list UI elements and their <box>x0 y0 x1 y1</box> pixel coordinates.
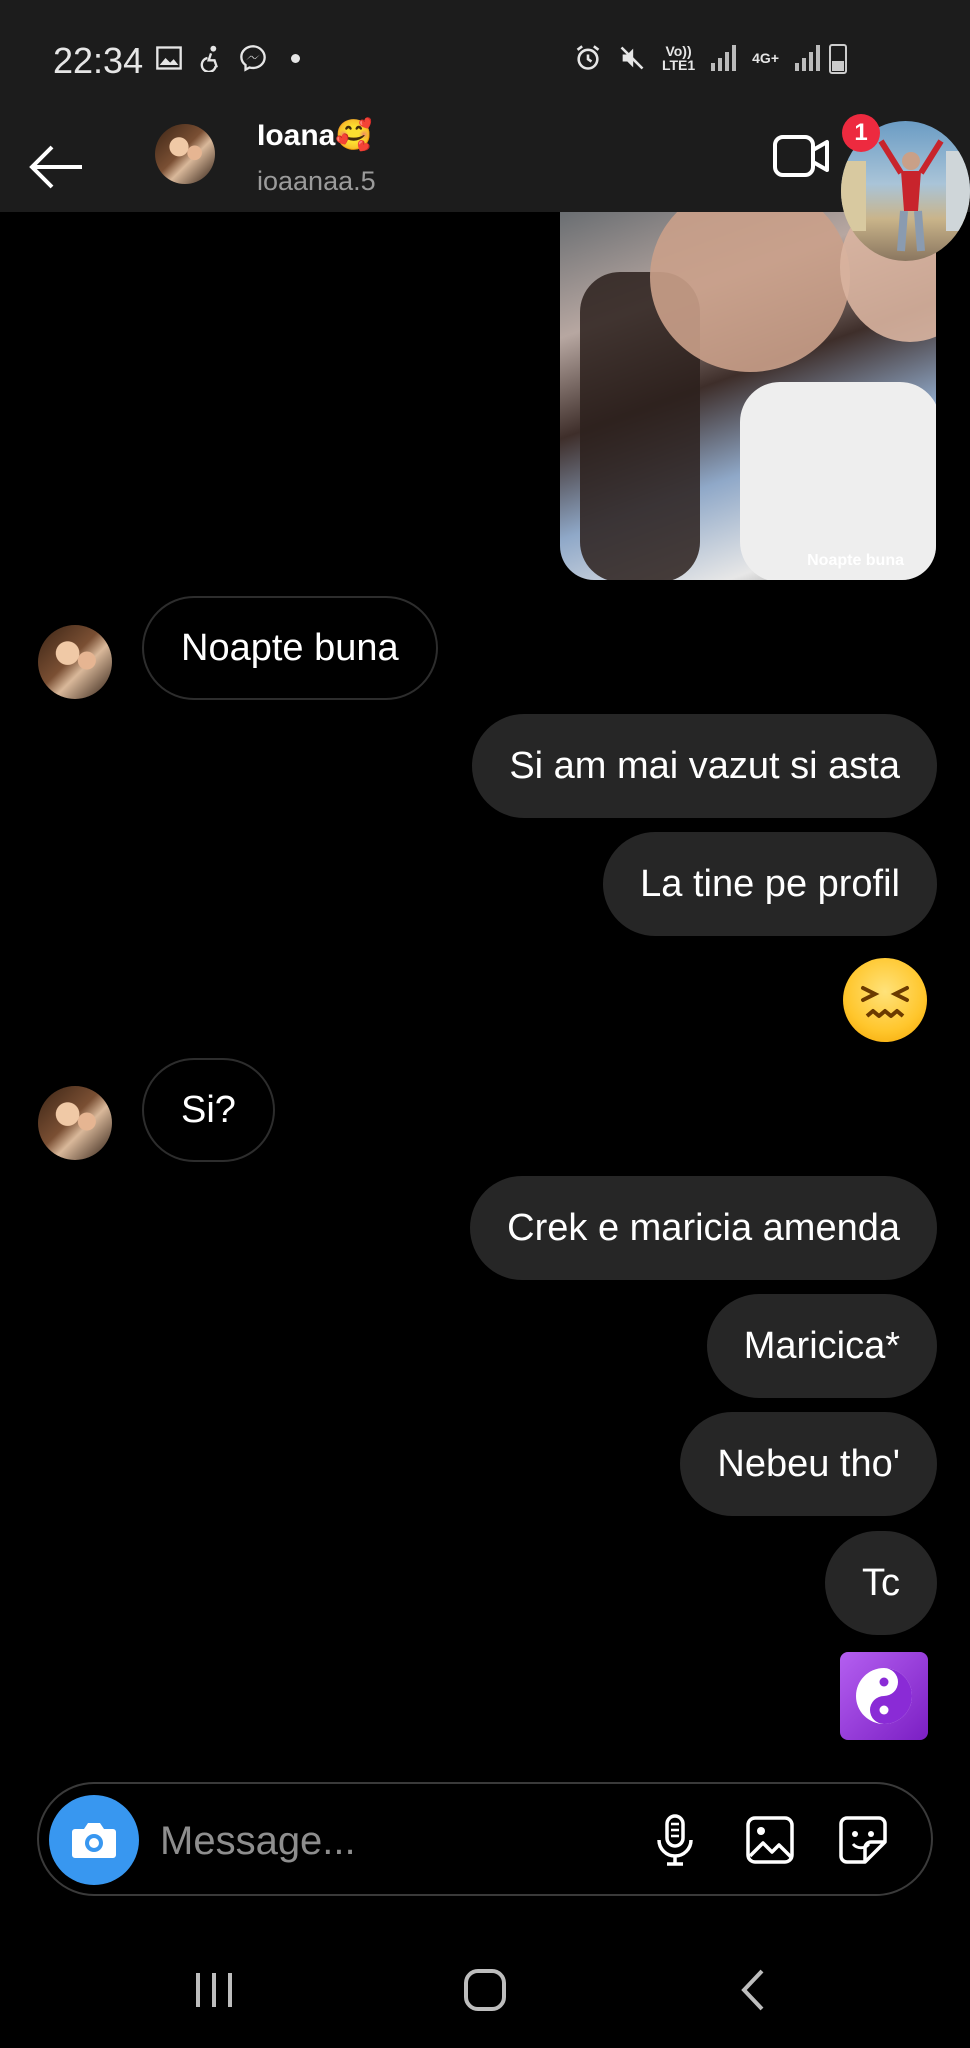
status-system-icons: Vo)) LTE1 4G+ <box>574 44 820 72</box>
gallery-icon <box>156 46 182 70</box>
more-notifications-dot <box>291 53 300 63</box>
sender-avatar[interactable] <box>38 1086 112 1160</box>
network-4g-label: 4G+ <box>752 50 779 66</box>
mute-icon <box>620 46 644 70</box>
message-bubble-outgoing[interactable]: Crek e maricia amenda <box>470 1176 937 1280</box>
yin-yang-icon <box>856 1668 912 1724</box>
message-bubble-outgoing[interactable]: Tc <box>825 1531 937 1635</box>
battery-icon <box>829 44 847 74</box>
message-bubble-outgoing[interactable]: Si am mai vazut si asta <box>472 714 937 818</box>
message-bubble-incoming[interactable]: Si? <box>142 1058 275 1162</box>
back-nav-icon[interactable] <box>726 1965 786 2015</box>
volte-label: Vo)) <box>665 43 692 59</box>
confounded-face-emoji[interactable] <box>843 958 927 1042</box>
microphone-icon[interactable] <box>645 1810 705 1870</box>
notification-badge: 1 <box>842 114 880 152</box>
header-avatar[interactable] <box>155 124 215 184</box>
contact-name[interactable]: Ioana🥰 <box>257 118 373 153</box>
gallery-icon[interactable] <box>740 1810 800 1870</box>
message-bubble-outgoing[interactable]: Nebeu tho' <box>680 1412 937 1516</box>
back-arrow-icon[interactable] <box>26 144 86 190</box>
home-icon[interactable] <box>455 1965 515 2015</box>
media-caption: Noapte buna <box>807 552 904 569</box>
confounded-face-icon <box>861 986 909 1018</box>
sticker-icon[interactable] <box>833 1810 893 1870</box>
sender-avatar[interactable] <box>38 625 112 699</box>
yin-yang-emoji[interactable] <box>840 1652 928 1740</box>
contact-username[interactable]: ioaanaa.5 <box>257 166 376 197</box>
status-notification-icons <box>155 44 300 72</box>
volte-indicator: Vo)) LTE1 <box>662 44 695 72</box>
status-bar: 22:34 Vo)) LTE1 4G+ <box>0 0 970 120</box>
shared-media-message[interactable]: Noapte buna <box>560 212 936 580</box>
message-bubble-outgoing[interactable]: La tine pe profil <box>603 832 937 936</box>
accessibility-icon <box>200 45 218 72</box>
media-image-part <box>740 382 936 580</box>
video-call-icon[interactable] <box>772 133 830 179</box>
recent-apps-icon[interactable] <box>184 1965 244 2015</box>
messenger-icon <box>240 45 266 72</box>
signal-2-icon <box>795 45 820 71</box>
lte-label: LTE1 <box>661 57 696 73</box>
status-time: 22:34 <box>53 40 144 81</box>
message-bubble-incoming[interactable]: Noapte buna <box>142 596 438 700</box>
alarm-icon <box>576 45 600 70</box>
message-input[interactable] <box>158 1805 622 1877</box>
camera-button[interactable] <box>49 1795 139 1885</box>
signal-icon <box>711 45 737 71</box>
message-bubble-outgoing[interactable]: Maricica* <box>706 1294 937 1398</box>
camera-icon <box>72 1823 116 1858</box>
